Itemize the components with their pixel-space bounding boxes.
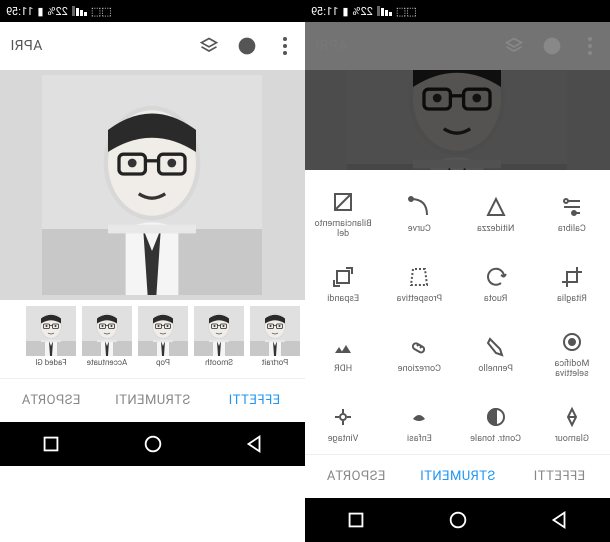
tool-selettiva[interactable]: Modifica selettiva <box>534 320 610 390</box>
android-nav <box>305 498 610 542</box>
tool-bilanciamento[interactable]: Bilanciamento del <box>305 180 381 250</box>
filter-smooth[interactable]: Smooth <box>193 306 245 378</box>
tab-tools[interactable]: STRUMENTI <box>407 455 509 498</box>
tool-prospettiva[interactable]: Prospettiva <box>381 250 457 320</box>
wb-icon <box>331 190 355 214</box>
crop-icon <box>560 265 584 289</box>
tool-calibra[interactable]: Calibra <box>534 180 610 250</box>
rotate-icon <box>484 265 508 289</box>
photo-preview <box>305 70 610 170</box>
tonal-icon <box>484 405 508 429</box>
menu-icon[interactable] <box>580 36 600 56</box>
nav-home[interactable] <box>447 509 469 531</box>
filter-pop[interactable]: Pop <box>137 306 189 378</box>
tab-effects[interactable]: EFFETTI <box>203 379 305 422</box>
tool-glamour[interactable]: Glamour <box>534 390 610 454</box>
drama-icon <box>407 405 431 429</box>
tool-hdr[interactable]: HDR <box>305 320 381 390</box>
tool-ritaglia[interactable]: Ritaglia <box>534 250 610 320</box>
perspective-icon <box>407 265 431 289</box>
android-nav <box>0 422 305 466</box>
nav-home[interactable] <box>142 433 164 455</box>
tool-ruota[interactable]: Ruota <box>458 250 534 320</box>
tool-pennello[interactable]: Pennello <box>458 320 534 390</box>
photo-preview[interactable] <box>0 70 305 300</box>
status-bar: ⬚⬚ 22% ▮ 11:59 <box>0 0 305 22</box>
nav-back[interactable] <box>548 509 570 531</box>
info-icon[interactable] <box>237 36 257 56</box>
open-button[interactable]: APRI <box>315 38 347 54</box>
app-bar: APRI <box>0 22 305 70</box>
hdr-icon <box>331 335 355 359</box>
bottom-tabs: EFFETTI STRUMENTI ESPORTA <box>305 454 610 498</box>
status-time: 11:59 <box>311 5 338 18</box>
status-battery: 22% <box>352 5 372 18</box>
status-bar: ⬚⬚ 22% ▮ 11:59 <box>305 0 610 22</box>
tools-panel: Calibra Nitidezza Curve Bilanciamento de… <box>305 170 610 454</box>
filter-strip: Portrait Smooth Pop Accentuate Faded Gl <box>0 300 305 378</box>
status-battery: 22% <box>47 5 67 18</box>
tool-tonale[interactable]: Contr. tonale <box>458 390 534 454</box>
filter-faded[interactable]: Faded Gl <box>25 306 77 378</box>
layers-icon[interactable] <box>199 36 219 56</box>
app-bar: APRI <box>305 22 610 70</box>
glamour-icon <box>560 405 584 429</box>
tool-curve[interactable]: Curve <box>381 180 457 250</box>
menu-icon[interactable] <box>275 36 295 56</box>
brush-icon <box>484 335 508 359</box>
tool-espandi[interactable]: Espandi <box>305 250 381 320</box>
status-time: 11:59 <box>6 5 33 18</box>
layers-icon[interactable] <box>504 36 524 56</box>
triangle-icon <box>484 195 508 219</box>
tool-vintage[interactable]: Vintage <box>305 390 381 454</box>
vintage-icon <box>331 405 355 429</box>
tool-nitidezza[interactable]: Nitidezza <box>458 180 534 250</box>
info-icon[interactable] <box>542 36 562 56</box>
tab-tools[interactable]: STRUMENTI <box>102 379 204 422</box>
nav-back[interactable] <box>243 433 265 455</box>
bottom-tabs: EFFETTI STRUMENTI ESPORTA <box>0 378 305 422</box>
tab-export[interactable]: ESPORTA <box>0 379 102 422</box>
screen-tools: ⬚⬚ 22% ▮ 11:59 APRI Calibra Nitidezza Cu… <box>305 0 610 542</box>
selective-icon <box>560 330 584 354</box>
heal-icon <box>407 335 431 359</box>
tool-enfasi[interactable]: Enfasi <box>381 390 457 454</box>
filter-accentuate[interactable]: Accentuate <box>81 306 133 378</box>
tool-correzione[interactable]: Correzione <box>381 320 457 390</box>
open-button[interactable]: APRI <box>10 38 42 54</box>
tab-export[interactable]: ESPORTA <box>305 455 407 498</box>
curve-icon <box>407 195 431 219</box>
expand-icon <box>331 265 355 289</box>
tab-effects[interactable]: EFFETTI <box>508 455 610 498</box>
nav-recent[interactable] <box>40 433 62 455</box>
nav-recent[interactable] <box>345 509 367 531</box>
tune-icon <box>560 195 584 219</box>
filter-portrait[interactable]: Portrait <box>249 306 301 378</box>
screen-effects: ⬚⬚ 22% ▮ 11:59 APRI Portrait Smooth Pop … <box>0 0 305 542</box>
